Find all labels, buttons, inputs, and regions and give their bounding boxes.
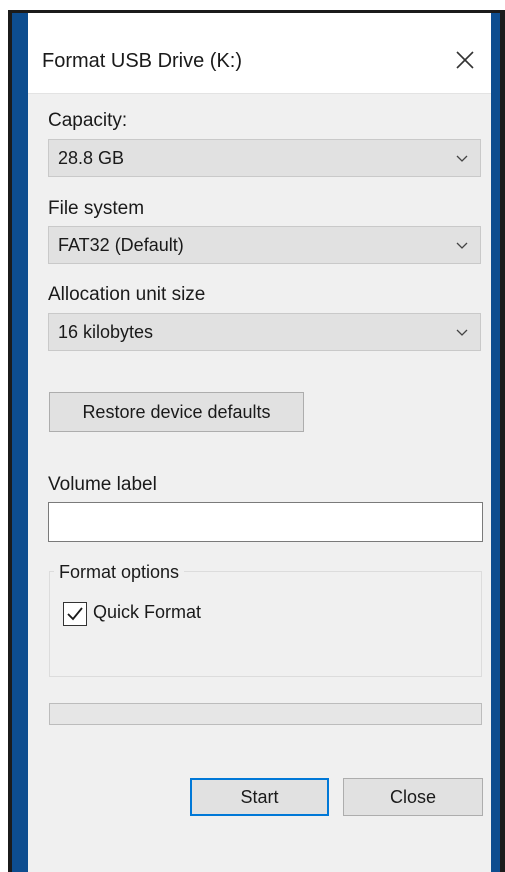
title-bar: Format USB Drive (K:) — [28, 13, 491, 94]
quick-format-checkbox[interactable] — [63, 602, 87, 626]
chevron-down-icon — [456, 155, 468, 162]
volume-label-label: Volume label — [48, 474, 157, 495]
allocation-unit-label: Allocation unit size — [48, 284, 206, 305]
volume-label-input[interactable] — [48, 502, 483, 542]
file-system-value: FAT32 (Default) — [58, 235, 184, 255]
file-system-label: File system — [48, 198, 145, 219]
dialog-title: Format USB Drive (K:) — [42, 50, 243, 72]
format-dialog: Format USB Drive (K:) Capacity: 28.8 GB … — [28, 13, 491, 872]
close-icon[interactable] — [452, 47, 478, 73]
background-window-edge-left — [12, 13, 28, 872]
background-window-edge-right — [491, 13, 500, 872]
chevron-down-icon — [456, 329, 468, 336]
format-options-title: Format options — [54, 562, 185, 583]
restore-defaults-button[interactable]: Restore device defaults — [49, 392, 304, 432]
format-progress-bar — [49, 703, 482, 725]
allocation-unit-dropdown[interactable]: 16 kilobytes — [48, 313, 481, 351]
file-system-dropdown[interactable]: FAT32 (Default) — [48, 226, 481, 264]
checkmark-icon — [67, 607, 83, 621]
start-button[interactable]: Start — [190, 778, 329, 816]
chevron-down-icon — [456, 242, 468, 249]
window-frame-right — [500, 10, 505, 872]
quick-format-label[interactable]: Quick Format — [93, 602, 201, 623]
capacity-dropdown[interactable]: 28.8 GB — [48, 139, 481, 177]
capacity-value: 28.8 GB — [58, 148, 125, 168]
allocation-unit-value: 16 kilobytes — [58, 322, 154, 342]
format-options-group — [49, 571, 482, 677]
close-button[interactable]: Close — [343, 778, 483, 816]
capacity-label: Capacity: — [48, 110, 128, 131]
